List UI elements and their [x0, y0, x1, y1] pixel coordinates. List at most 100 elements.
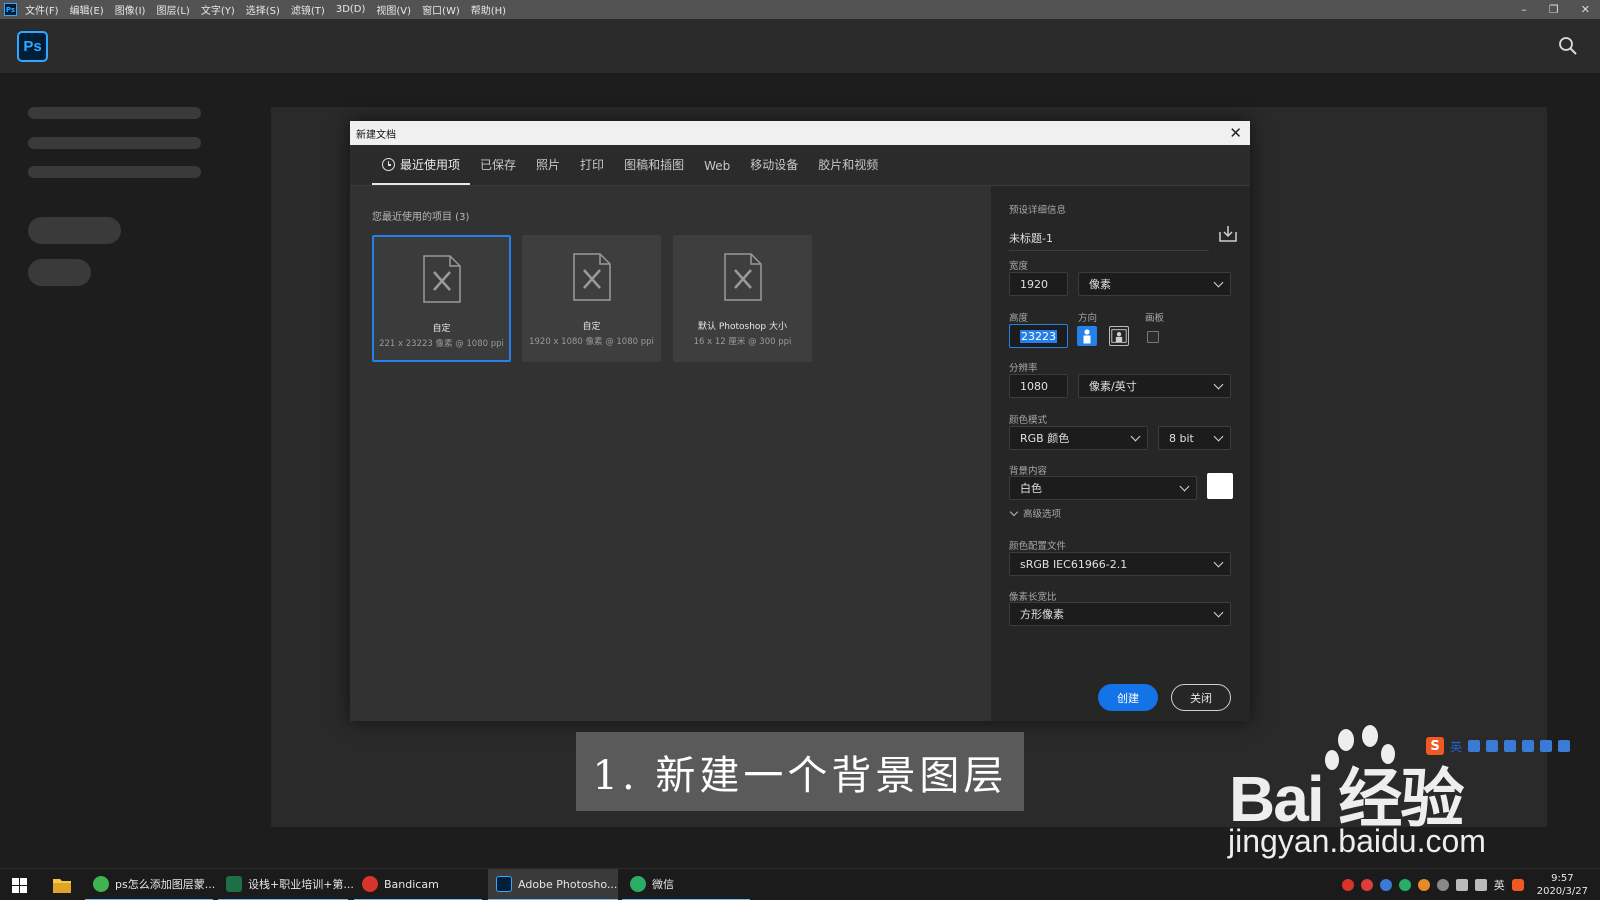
- security-tray-icon[interactable]: [1417, 879, 1430, 891]
- microphone-icon[interactable]: [1504, 740, 1517, 752]
- toolbox-icon[interactable]: [1558, 740, 1571, 752]
- save-preset-icon[interactable]: [1219, 224, 1237, 242]
- search-icon[interactable]: [1558, 36, 1578, 56]
- wechat-icon: [630, 876, 646, 892]
- system-clock[interactable]: 9:57 2020/3/27: [1537, 872, 1588, 898]
- close-window-icon[interactable]: ✕: [1581, 3, 1590, 16]
- menu-select[interactable]: 选择(S): [246, 2, 280, 17]
- menu-help[interactable]: 帮助(H): [471, 2, 506, 17]
- task-label: ps怎么添加图层蒙...: [115, 878, 216, 891]
- background-color-swatch[interactable]: [1207, 473, 1233, 499]
- orientation-label: 方向: [1078, 313, 1098, 324]
- volume-icon[interactable]: [1474, 879, 1487, 891]
- create-button[interactable]: 创建: [1098, 684, 1158, 711]
- sogou-ime-icon[interactable]: S: [1426, 737, 1444, 755]
- tab-print[interactable]: 打印: [570, 156, 614, 185]
- menu-3d[interactable]: 3D(D): [336, 4, 366, 15]
- keyboard-icon[interactable]: [1522, 740, 1535, 752]
- color-profile-label: 颜色配置文件: [1009, 541, 1067, 552]
- display-tray-icon[interactable]: [1455, 879, 1468, 891]
- recent-preset-card[interactable]: 自定 1920 x 1080 像素 @ 1080 ppi: [522, 235, 661, 362]
- windows-taskbar: ps怎么添加图层蒙... 设栈+职业培训+第... Bandicam Adobe…: [0, 868, 1600, 900]
- antivirus-tray-icon[interactable]: [1360, 879, 1373, 891]
- ime-toolbar: S 英: [1426, 736, 1571, 756]
- bandicam-icon: [362, 876, 378, 892]
- menu-view[interactable]: 视图(V): [376, 2, 411, 17]
- width-input[interactable]: 1920: [1009, 272, 1068, 296]
- artboard-checkbox[interactable]: [1147, 331, 1159, 343]
- menu-edit[interactable]: 编辑(E): [70, 2, 104, 17]
- menu-window[interactable]: 窗口(W): [422, 2, 460, 17]
- emoji-icon[interactable]: [1486, 740, 1499, 752]
- menu-image[interactable]: 图像(I): [115, 2, 146, 17]
- tab-recent[interactable]: 最近使用项: [372, 156, 471, 185]
- taskbar-excel[interactable]: 设栈+职业培训+第...: [218, 869, 354, 900]
- height-input-selected-text: 23223: [1020, 329, 1057, 343]
- resolution-unit-value: 像素/英寸: [1089, 380, 1137, 393]
- close-button[interactable]: 关闭: [1171, 684, 1231, 711]
- advanced-options-toggle[interactable]: 高级选项: [1009, 506, 1061, 520]
- pixel-aspect-ratio-select[interactable]: 方形像素: [1009, 602, 1231, 626]
- input-language-indicator[interactable]: 英: [1494, 877, 1505, 893]
- resolution-unit-select[interactable]: 像素/英寸: [1078, 374, 1231, 398]
- task-label: Adobe Photosho...: [518, 877, 618, 891]
- preset-dimensions: 221 x 23223 像素 @ 1080 ppi: [379, 339, 504, 349]
- color-mode-select[interactable]: RGB 颜色: [1009, 426, 1148, 450]
- ime-language-indicator[interactable]: 英: [1450, 738, 1462, 755]
- recent-preset-card[interactable]: 默认 Photoshop 大小 16 x 12 厘米 @ 300 ppi: [673, 235, 812, 362]
- windows-start-icon[interactable]: [12, 878, 27, 893]
- tab-film-video[interactable]: 胶片和视频: [808, 156, 888, 185]
- chevron-down-icon: [1213, 607, 1224, 618]
- photoshop-logo[interactable]: Ps: [17, 31, 48, 62]
- minimize-icon[interactable]: –: [1521, 3, 1527, 16]
- network-tray-icon[interactable]: [1436, 879, 1449, 891]
- preset-details-label: 预设详细信息: [1009, 205, 1067, 216]
- baidu-paw-icon: [1325, 725, 1395, 770]
- width-unit-select[interactable]: 像素: [1078, 272, 1231, 296]
- photoshop-icon: [496, 876, 512, 892]
- resolution-label: 分辨率: [1009, 363, 1038, 374]
- tab-mobile[interactable]: 移动设备: [740, 156, 808, 185]
- loading-placeholder-pill: [28, 259, 91, 286]
- menu-file[interactable]: 文件(F): [25, 2, 59, 17]
- tab-art-illustration[interactable]: 图稿和插图: [614, 156, 694, 185]
- tab-web[interactable]: Web: [694, 159, 740, 185]
- tab-label: 最近使用项: [400, 158, 461, 172]
- skin-icon[interactable]: [1540, 740, 1553, 752]
- punctuation-icon[interactable]: [1468, 740, 1481, 752]
- new-document-dialog: 新建文档 ✕ 最近使用项 已保存 照片 打印 图稿和插图 Web 移动设备 胶片…: [350, 121, 1250, 721]
- color-profile-select[interactable]: sRGB IEC61966-2.1: [1009, 552, 1231, 576]
- tab-photo[interactable]: 照片: [526, 156, 570, 185]
- close-icon[interactable]: ✕: [1229, 124, 1242, 142]
- taskbar-photoshop[interactable]: Adobe Photosho...: [488, 869, 618, 900]
- taskbar-wechat[interactable]: 微信: [622, 869, 750, 900]
- browser-icon: [93, 876, 109, 892]
- file-explorer-icon[interactable]: [53, 877, 71, 893]
- document-icon: [723, 253, 762, 301]
- record-tray-icon[interactable]: [1341, 879, 1354, 891]
- wechat-tray-icon[interactable]: [1398, 879, 1411, 891]
- menu-filter[interactable]: 滤镜(T): [291, 2, 325, 17]
- window-controls: – ❐ ✕: [1521, 0, 1590, 19]
- height-label: 高度: [1009, 313, 1029, 324]
- loading-placeholder-pill: [28, 217, 121, 244]
- cloud-tray-icon[interactable]: [1379, 879, 1392, 891]
- landscape-orientation-icon[interactable]: [1109, 326, 1129, 346]
- document-name-field[interactable]: 未标题-1: [1009, 230, 1209, 251]
- portrait-orientation-icon[interactable]: [1077, 326, 1097, 346]
- color-profile-value: sRGB IEC61966-2.1: [1020, 557, 1128, 571]
- tab-saved[interactable]: 已保存: [470, 156, 526, 185]
- bit-depth-select[interactable]: 8 bit: [1158, 426, 1231, 450]
- recent-preset-card[interactable]: 自定 221 x 23223 像素 @ 1080 ppi: [372, 235, 511, 362]
- taskbar-browser[interactable]: ps怎么添加图层蒙...: [85, 869, 216, 900]
- height-input[interactable]: 23223: [1009, 324, 1068, 348]
- menu-type[interactable]: 文字(Y): [201, 2, 235, 17]
- taskbar-bandicam[interactable]: Bandicam: [354, 869, 482, 900]
- restore-icon[interactable]: ❐: [1549, 3, 1559, 16]
- resolution-input[interactable]: 1080: [1009, 374, 1068, 398]
- width-label: 宽度: [1009, 261, 1029, 272]
- sogou-tray-icon[interactable]: [1511, 879, 1524, 891]
- background-contents-select[interactable]: 白色: [1009, 476, 1197, 500]
- loading-placeholder-bar: [28, 166, 201, 178]
- menu-layer[interactable]: 图层(L): [156, 2, 189, 17]
